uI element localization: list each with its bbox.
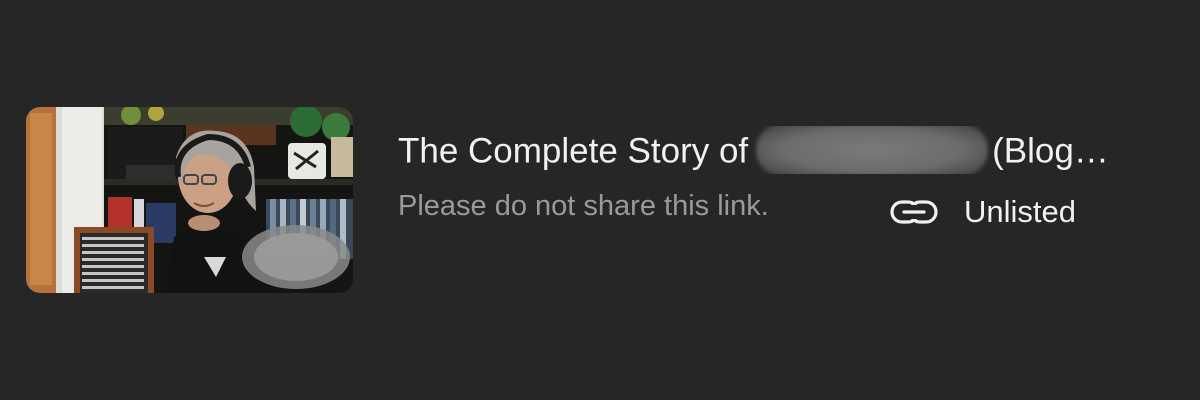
visibility-label: Unlisted [964,194,1076,229]
link-icon [890,190,938,234]
visibility-status[interactable]: Unlisted [890,190,1076,234]
video-description: Please do not share this link. [398,190,769,222]
video-title-suffix: (Blog… [992,131,1108,171]
video-thumbnail[interactable] [26,107,353,293]
video-list-item: The Complete Story of (Blog… Please do no… [0,0,1200,400]
thumbnail-image [26,107,353,293]
redacted-blur [756,126,989,174]
video-title[interactable]: The Complete Story of (Blog… [398,126,1108,174]
video-title-prefix: The Complete Story of [398,131,749,171]
